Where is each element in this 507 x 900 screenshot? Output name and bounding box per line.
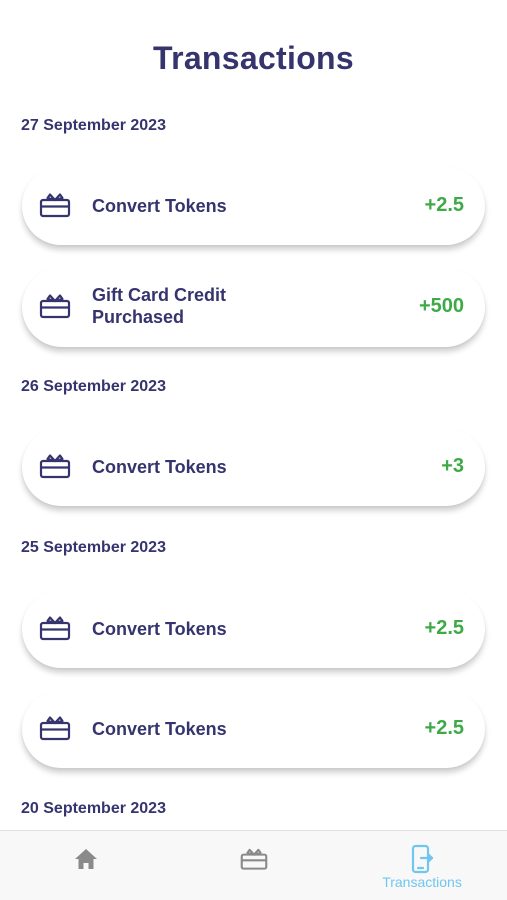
- gift-card-icon: [39, 191, 71, 219]
- transaction-title: Convert Tokens: [92, 719, 227, 739]
- transactions-icon: [411, 844, 434, 874]
- gift-card-icon: [39, 714, 71, 742]
- date-heading: 26 September 2023: [21, 378, 166, 395]
- transactions-screen: Transactions 27 September 2023 Convert T…: [0, 0, 507, 900]
- transaction-title: Convert Tokens: [92, 457, 227, 477]
- gift-card-icon: [39, 292, 71, 320]
- transaction-title: Convert Tokens: [92, 619, 227, 639]
- date-heading: 25 September 2023: [21, 539, 166, 556]
- transaction-amount: +2.5: [424, 194, 464, 216]
- nav-transactions[interactable]: Transactions: [372, 831, 472, 900]
- transaction-item[interactable]: Convert Tokens +2.5: [22, 690, 485, 768]
- transaction-item[interactable]: Convert Tokens +2.5: [22, 167, 485, 245]
- transaction-amount: +3: [441, 455, 464, 477]
- transaction-amount: +2.5: [424, 617, 464, 639]
- nav-transactions-label: Transactions: [382, 874, 462, 890]
- home-icon: [75, 849, 97, 869]
- transaction-title: Gift Card Credit Purchased: [92, 285, 227, 327]
- page-title: Transactions: [152, 40, 354, 76]
- nav-home[interactable]: [70, 831, 102, 900]
- gift-card-icon: [240, 848, 268, 870]
- transaction-amount: +2.5: [424, 717, 464, 739]
- gift-card-icon: [39, 452, 71, 480]
- transaction-item[interactable]: Convert Tokens +3: [22, 428, 485, 506]
- gift-card-icon: [39, 614, 71, 642]
- transaction-item[interactable]: Gift Card Credit Purchased +500: [22, 267, 485, 347]
- nav-gift-cards[interactable]: [238, 831, 270, 900]
- transaction-item[interactable]: Convert Tokens +2.5: [22, 590, 485, 668]
- bottom-nav: Transactions: [0, 830, 507, 900]
- transaction-title: Convert Tokens: [92, 196, 227, 216]
- date-heading: 27 September 2023: [21, 117, 166, 134]
- date-heading: 20 September 2023: [21, 800, 166, 817]
- transaction-amount: +500: [418, 295, 464, 317]
